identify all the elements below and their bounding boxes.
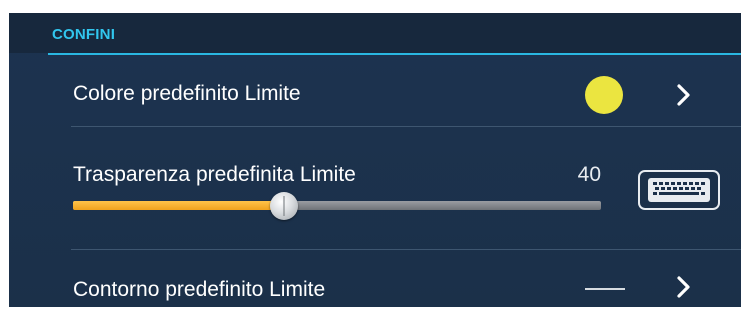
color-setting-label: Colore predefinito Limite [73,82,301,105]
row-divider [71,249,741,250]
slider-thumb[interactable] [270,192,299,220]
slider-fill [73,201,285,210]
chevron-right-icon[interactable] [671,83,695,107]
section-header: CONFINI [9,13,741,53]
settings-panel: CONFINI Colore predefinito Limite Traspa… [9,13,741,307]
outline-setting-label: Contorno predefinito Limite [73,278,326,301]
transparency-slider[interactable] [73,192,601,220]
section-title: CONFINI [52,26,116,43]
section-header-underline [48,53,741,55]
chevron-right-icon[interactable] [671,275,695,299]
color-swatch[interactable] [585,76,623,114]
transparency-value: 40 [577,163,601,186]
outline-line-style[interactable] [585,288,625,290]
keyboard-icon [648,178,710,202]
keyboard-button[interactable] [638,170,720,210]
transparency-setting-label: Trasparenza predefinita Limite [73,163,356,186]
row-divider [71,126,741,127]
